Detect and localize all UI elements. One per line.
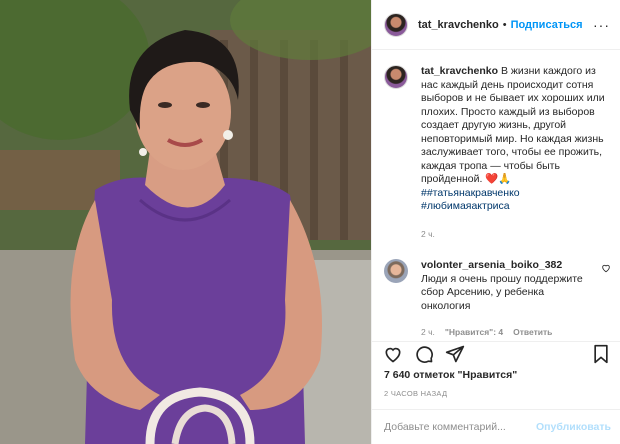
hashtag-link[interactable]: ##татьянакравченко: [421, 187, 606, 201]
follow-button[interactable]: Подписаться: [511, 19, 583, 31]
action-bar: [372, 341, 620, 365]
likes-count[interactable]: 7 640 отметок "Нравится": [384, 369, 517, 381]
commenter-username[interactable]: volonter_arsenia_boiko_382: [421, 259, 562, 271]
bookmark-icon[interactable]: [591, 344, 611, 364]
comment-input[interactable]: [384, 421, 534, 433]
separator-dot: •: [502, 18, 507, 31]
caption-text: В жизни каждого из нас каждый день проис…: [421, 65, 605, 185]
caption-avatar[interactable]: [384, 65, 408, 89]
post-time: 2 ЧАСОВ НАЗАД: [384, 389, 448, 398]
comment-item: volonter_arsenia_boiko_382 Люди я очень …: [384, 259, 611, 340]
heart-icon[interactable]: [383, 344, 403, 364]
comment-heart-icon[interactable]: [601, 263, 611, 273]
photo-illustration: [0, 0, 371, 444]
caption-time: 2 ч.: [421, 228, 435, 239]
post-panel: tat_kravchenko • Подписаться ··· tat_kra…: [371, 0, 620, 444]
post-header: tat_kravchenko • Подписаться ···: [372, 0, 620, 50]
more-icon[interactable]: ···: [593, 17, 610, 33]
caption-body: tat_kravchenko В жизни каждого из нас ка…: [421, 65, 606, 241]
comment-likes[interactable]: "Нравится": 4: [445, 326, 503, 340]
comment-text: Люди я очень прошу поддержите сбор Арсен…: [421, 272, 583, 312]
post-photo: [0, 0, 371, 444]
comments-section: tat_kravchenko В жизни каждого из нас ка…: [372, 51, 620, 341]
caption-username[interactable]: tat_kravchenko: [421, 65, 498, 77]
caption: tat_kravchenko В жизни каждого из нас ка…: [384, 65, 611, 241]
add-comment-bar: Опубликовать: [372, 409, 620, 444]
publish-button[interactable]: Опубликовать: [536, 421, 611, 433]
reply-button[interactable]: Ответить: [513, 326, 552, 340]
commenter-avatar[interactable]: [384, 259, 408, 283]
comment-time: 2 ч.: [421, 327, 435, 337]
comment-icon[interactable]: [414, 344, 434, 364]
comment-meta: 2 ч. "Нравится": 4 Ответить: [421, 326, 591, 340]
author-avatar[interactable]: [384, 12, 408, 37]
hashtag-link[interactable]: #любимаяактриса: [421, 200, 606, 214]
author-username[interactable]: tat_kravchenko: [418, 19, 499, 31]
comment-body: volonter_arsenia_boiko_382 Люди я очень …: [421, 259, 591, 340]
share-icon[interactable]: [445, 344, 465, 364]
